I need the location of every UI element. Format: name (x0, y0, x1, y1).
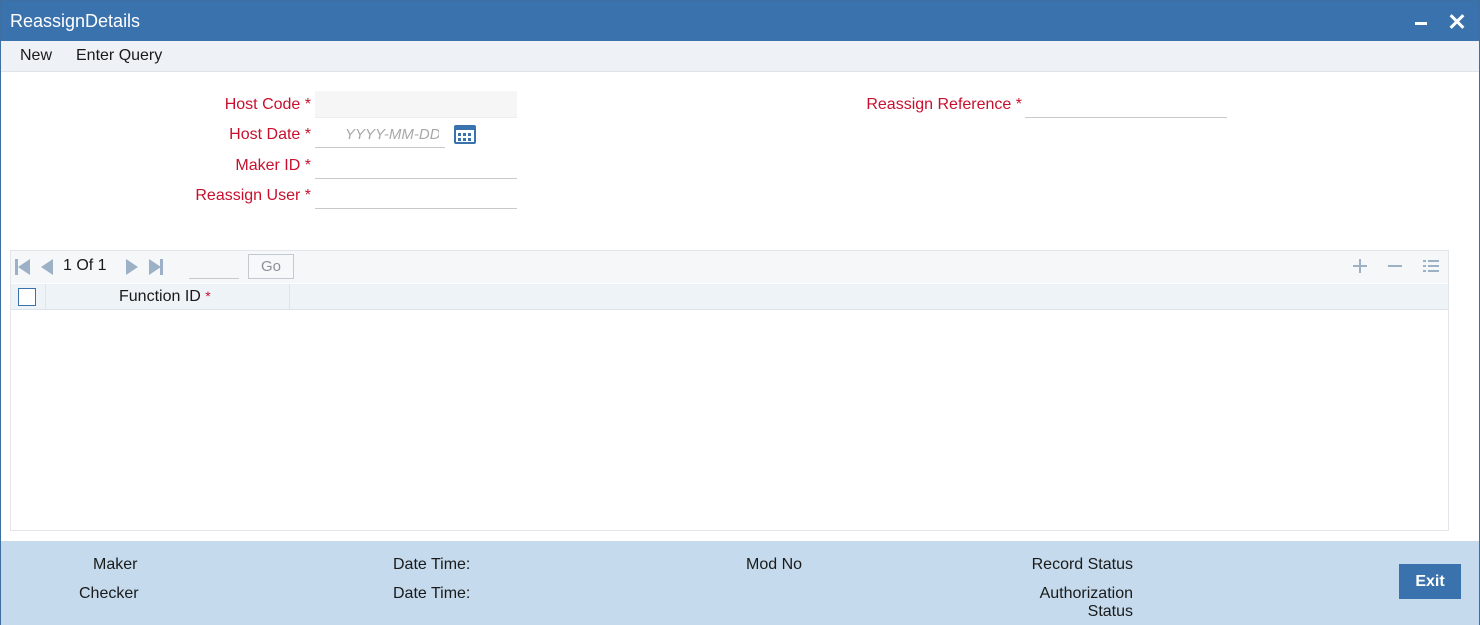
reassign-reference-input[interactable] (1025, 91, 1227, 118)
function-grid: 1 Of 1 Go Function ID * (10, 250, 1449, 531)
host-code-input[interactable] (315, 91, 517, 118)
reassign-user-input[interactable] (315, 182, 517, 209)
menu-enter-query[interactable]: Enter Query (76, 47, 162, 65)
host-code-label: Host Code * (225, 96, 311, 114)
maker-id-label: Maker ID * (235, 157, 311, 175)
menu-bar: New Enter Query (1, 41, 1479, 72)
next-page-icon[interactable] (124, 259, 140, 275)
previous-page-icon[interactable] (39, 259, 55, 275)
window-title: ReassignDetails (10, 11, 141, 31)
menu-new[interactable]: New (20, 47, 52, 65)
authorization-status-label: Status (1087, 603, 1133, 620)
maker-id-label-text: Maker ID (235, 157, 301, 174)
required-mark: * (1015, 96, 1022, 113)
maker-label: Maker (93, 556, 138, 573)
select-all-checkbox[interactable] (18, 288, 36, 306)
add-row-icon[interactable] (1351, 257, 1369, 275)
required-mark: * (304, 126, 311, 143)
minimize-icon[interactable] (1409, 9, 1433, 33)
grid-header: Function ID * (11, 284, 1448, 310)
exit-button[interactable]: Exit (1399, 564, 1461, 599)
calendar-icon[interactable] (454, 125, 476, 144)
title-bar: ReassignDetails (1, 1, 1479, 41)
host-date-label-text: Host Date (229, 126, 301, 143)
host-date-label: Host Date * (229, 126, 311, 144)
maker-id-input[interactable] (315, 152, 517, 179)
checker-label: Checker (79, 585, 139, 602)
required-mark: * (205, 288, 211, 304)
column-separator (45, 284, 46, 310)
column-header-label: Function ID (119, 288, 201, 305)
pager-text: 1 Of 1 (63, 257, 107, 274)
maker-date-time-label: Date Time: (393, 556, 471, 573)
host-code-label-text: Host Code (224, 96, 301, 113)
reassign-user-label: Reassign User * (195, 187, 311, 205)
record-status-label: Record Status (1031, 556, 1133, 573)
column-separator (289, 284, 290, 310)
reassign-details-window: ReassignDetails New Enter Query Host Cod… (0, 0, 1480, 625)
audit-footer: Maker Checker Date Time: Date Time: Mod … (1, 541, 1479, 625)
checker-date-time-label: Date Time: (393, 585, 471, 602)
grid-toolbar: 1 Of 1 Go (11, 251, 1448, 283)
authorization-label: Authorization (1039, 585, 1133, 602)
grid-body (11, 311, 1448, 530)
last-page-icon[interactable] (149, 259, 165, 275)
go-button[interactable]: Go (248, 254, 294, 279)
required-mark: * (304, 96, 311, 113)
list-view-icon[interactable] (1422, 257, 1440, 275)
reassign-reference-label-text: Reassign Reference (866, 96, 1012, 113)
required-mark: * (304, 157, 311, 174)
mod-no-label: Mod No (746, 556, 803, 573)
host-date-input[interactable] (315, 121, 445, 148)
reassign-reference-label: Reassign Reference * (866, 96, 1022, 114)
page-number-input[interactable] (189, 255, 239, 279)
column-header-function-id[interactable]: Function ID * (119, 288, 211, 306)
reassign-user-label-text: Reassign User (195, 187, 301, 204)
required-mark: * (304, 187, 311, 204)
close-icon[interactable] (1445, 9, 1469, 33)
delete-row-icon[interactable] (1386, 257, 1404, 275)
first-page-icon[interactable] (15, 259, 31, 275)
